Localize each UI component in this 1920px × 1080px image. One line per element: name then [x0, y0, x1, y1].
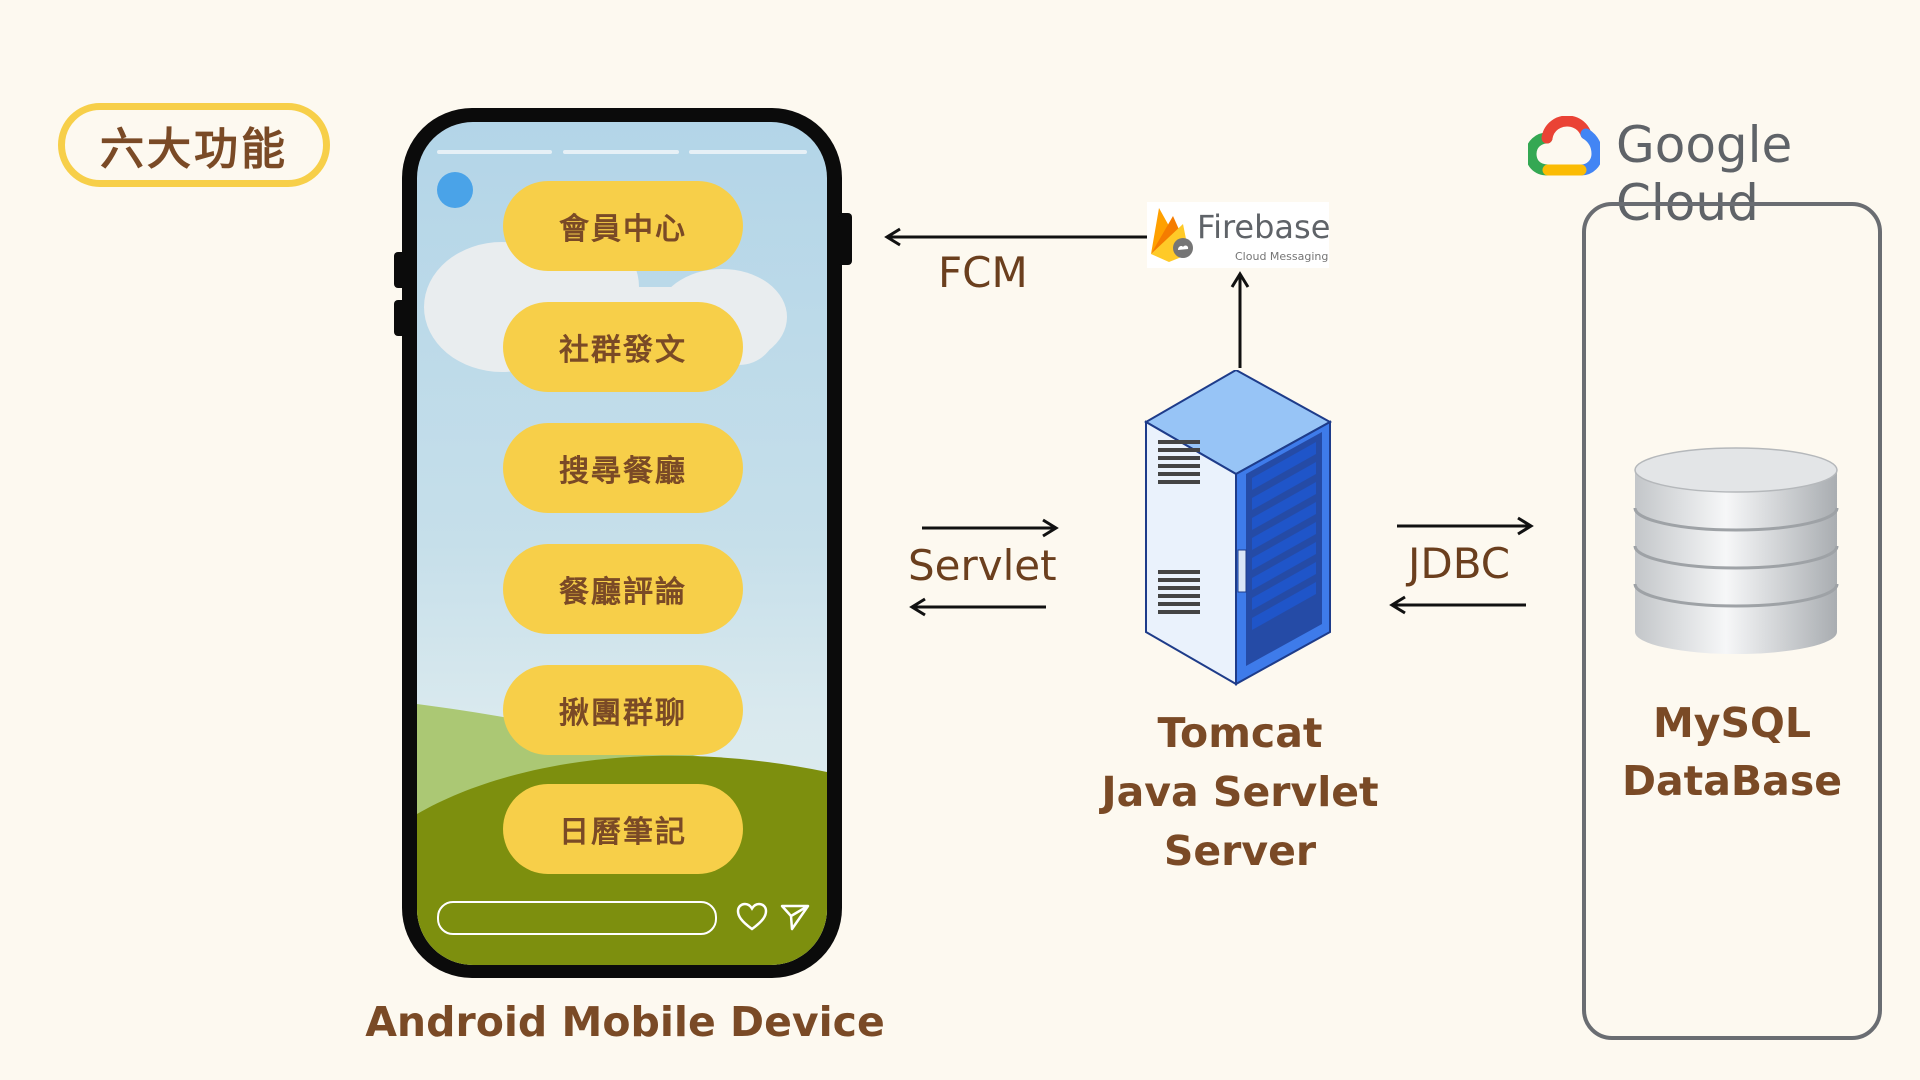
jdbc-label: JDBC: [1408, 539, 1511, 588]
server-caption-line-3: Server: [1163, 827, 1317, 875]
fcm-label: FCM: [938, 248, 1028, 297]
server-rack-icon: [1144, 370, 1333, 686]
database-caption-line-2: DataBase: [1621, 757, 1843, 805]
firebase-product: Cloud Messaging: [1235, 250, 1329, 263]
server-caption: Tomcat Java Servlet Server: [1080, 704, 1400, 881]
firebase-flame-icon: [1151, 208, 1193, 262]
database-caption: MySQL DataBase: [1582, 694, 1882, 810]
server-caption-line-2: Java Servlet: [1101, 768, 1379, 816]
servlet-label: Servlet: [908, 541, 1057, 590]
server-caption-line-1: Tomcat: [1157, 709, 1323, 757]
firebase-logo: Firebase Cloud Messaging: [1147, 202, 1331, 268]
database-icon: [1633, 447, 1839, 654]
google-cloud-icon: [1528, 116, 1600, 176]
google-cloud-logo: Google Cloud: [1528, 112, 1908, 232]
database-caption-line-1: MySQL: [1652, 699, 1812, 747]
firebase-name: Firebase: [1197, 208, 1331, 246]
